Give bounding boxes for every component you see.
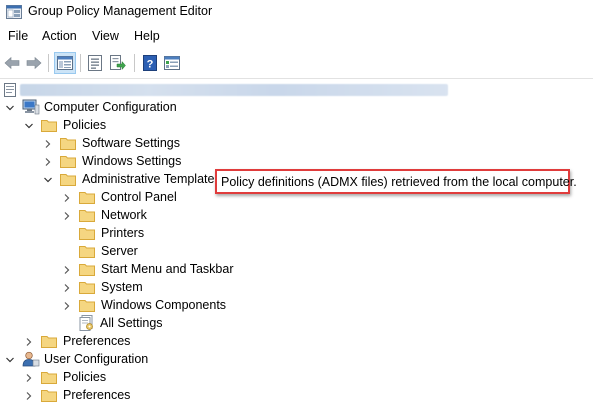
gpo-root-row[interactable] <box>0 82 593 98</box>
properties-icon <box>88 55 102 71</box>
chevron-right-icon[interactable] <box>62 283 72 293</box>
admx-tooltip-callout: Policy definitions (ADMX files) retrieve… <box>215 169 577 194</box>
tree-label: All Settings <box>100 316 163 330</box>
export-list-button[interactable] <box>108 53 128 73</box>
properties-button[interactable] <box>85 53 105 73</box>
tree-node-windows-components[interactable]: Windows Components <box>79 296 226 314</box>
tree-label: Administrative Templates <box>82 172 221 186</box>
folder-icon <box>60 155 76 168</box>
tree-node-computer-configuration[interactable]: Computer Configuration <box>22 98 177 116</box>
tree-node-administrative-templates[interactable]: Administrative Templates <box>60 170 221 188</box>
tree-node-printers[interactable]: Printers <box>79 224 144 242</box>
folder-icon <box>79 227 95 240</box>
window-title: Group Policy Management Editor <box>28 4 213 18</box>
toolbar-separator <box>80 54 81 72</box>
folder-icon <box>79 245 95 258</box>
gpo-document-icon <box>4 83 16 97</box>
tree-label: Control Panel <box>101 190 177 204</box>
title-bar: Group Policy Management Editor <box>0 0 593 24</box>
chevron-down-icon[interactable] <box>5 103 15 113</box>
folder-icon <box>41 371 57 384</box>
chevron-right-icon[interactable] <box>43 139 53 149</box>
user-icon <box>22 351 40 367</box>
tree-label: Printers <box>101 226 145 240</box>
chevron-down-icon[interactable] <box>24 121 34 131</box>
tree-node-user-configuration[interactable]: User Configuration <box>22 350 148 368</box>
tree-node-user-preferences[interactable]: Preferences <box>41 386 130 404</box>
tree-node-user-policies[interactable]: Policies <box>41 368 106 386</box>
tree-node-system[interactable]: System <box>79 278 143 296</box>
back-arrow-icon <box>4 56 20 70</box>
chevron-right-icon[interactable] <box>43 157 53 167</box>
all-settings-icon <box>79 315 93 331</box>
menu-action[interactable]: Action <box>40 29 79 43</box>
computer-icon <box>22 99 40 115</box>
tree-node-software-settings[interactable]: Software Settings <box>60 134 180 152</box>
export-icon <box>110 55 126 71</box>
folder-icon <box>41 119 57 132</box>
tree-label: Start Menu and Taskbar <box>101 262 234 276</box>
help-icon: ? <box>143 55 157 71</box>
menu-view[interactable]: View <box>90 29 121 43</box>
chevron-right-icon[interactable] <box>24 391 34 401</box>
tree-label: Preferences <box>63 388 131 402</box>
toolbar: ? <box>0 50 593 76</box>
folder-icon <box>60 173 76 186</box>
filter-icon <box>164 56 180 70</box>
tree-label: Policies <box>63 370 107 384</box>
chevron-down-icon[interactable] <box>5 355 15 365</box>
folder-icon <box>60 137 76 150</box>
chevron-right-icon[interactable] <box>62 301 72 311</box>
chevron-right-icon[interactable] <box>62 193 72 203</box>
tree-node-control-panel[interactable]: Control Panel <box>79 188 177 206</box>
toolbar-separator <box>48 54 49 72</box>
chevron-right-icon[interactable] <box>24 337 34 347</box>
chevron-right-icon[interactable] <box>62 265 72 275</box>
folder-icon <box>79 299 95 312</box>
help-button[interactable]: ? <box>140 53 160 73</box>
folder-icon <box>41 389 57 402</box>
tree-node-policies[interactable]: Policies <box>41 116 106 134</box>
redacted-gpo-name <box>20 84 448 96</box>
chevron-right-icon[interactable] <box>24 373 34 383</box>
chevron-right-icon[interactable] <box>62 211 72 221</box>
tree-label: Windows Settings <box>82 154 182 168</box>
show-hide-tree-button[interactable] <box>54 52 76 74</box>
folder-icon <box>79 281 95 294</box>
tree-label: Policies <box>63 118 107 132</box>
tree-label: Server <box>101 244 138 258</box>
filter-button[interactable] <box>162 53 182 73</box>
toolbar-separator <box>134 54 135 72</box>
back-button[interactable] <box>2 53 22 73</box>
tree-label: Windows Components <box>101 298 227 312</box>
tree-node-start-menu-and-taskbar[interactable]: Start Menu and Taskbar <box>79 260 233 278</box>
folder-icon <box>41 335 57 348</box>
tree-node-server[interactable]: Server <box>79 242 138 260</box>
tree-label: Network <box>101 208 147 222</box>
tree-node-preferences[interactable]: Preferences <box>41 332 130 350</box>
tree-node-all-settings[interactable]: All Settings <box>79 314 163 332</box>
menu-file[interactable]: File <box>6 29 30 43</box>
forward-button[interactable] <box>24 53 44 73</box>
svg-text:?: ? <box>147 59 154 71</box>
tooltip-text: Policy definitions (ADMX files) retrieve… <box>221 174 577 189</box>
toolbar-divider <box>0 78 593 79</box>
menu-help[interactable]: Help <box>132 29 162 43</box>
folder-icon <box>79 191 95 204</box>
tree-label: System <box>101 280 143 294</box>
folder-icon <box>79 209 95 222</box>
show-tree-icon <box>57 56 73 70</box>
tree-label: Software Settings <box>82 136 180 150</box>
tree-label: Computer Configuration <box>44 100 177 114</box>
tree-node-network[interactable]: Network <box>79 206 147 224</box>
gpo-editor-icon <box>6 5 22 19</box>
chevron-down-icon[interactable] <box>43 175 53 185</box>
menu-bar: File Action View Help <box>0 27 593 47</box>
tree-label: User Configuration <box>44 352 149 366</box>
folder-icon <box>79 263 95 276</box>
tree-label: Preferences <box>63 334 131 348</box>
forward-arrow-icon <box>26 56 42 70</box>
tree-node-windows-settings[interactable]: Windows Settings <box>60 152 181 170</box>
